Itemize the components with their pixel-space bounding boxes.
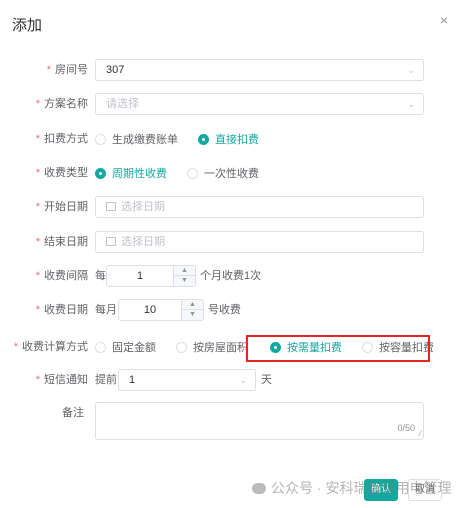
deduct-radio-group: 生成缴费账单 直接扣费	[95, 128, 279, 150]
radio-circle	[95, 133, 106, 145]
radio-circle	[95, 341, 106, 353]
sms-days-select[interactable]: 1 ⌄	[118, 369, 256, 391]
highlight-box	[246, 335, 430, 362]
radio-circle-checked	[95, 167, 106, 179]
start-date-row: * 开始日期 选择日期	[0, 196, 474, 218]
sms-value: 1	[129, 374, 136, 386]
room-select[interactable]: 307 ⌄	[95, 59, 424, 81]
decrement-icon[interactable]: ▼	[174, 276, 195, 286]
end-date-picker[interactable]: 选择日期	[95, 231, 424, 253]
end-date-placeholder: 选择日期	[121, 236, 165, 248]
charge-day-suffix: 号收费	[208, 304, 241, 316]
interval-suffix: 个月收费1次	[200, 270, 262, 282]
plan-placeholder: 请选择	[106, 98, 139, 110]
interval-label: * 收费间隔	[35, 270, 88, 282]
close-icon[interactable]: ×	[440, 12, 448, 28]
increment-icon[interactable]: ▲	[182, 300, 203, 310]
charge-type-option-periodic[interactable]: 周期性收费	[95, 165, 167, 181]
remark-counter: 0/50	[397, 423, 415, 433]
remark-textarea[interactable]: 0/50 ∕	[95, 402, 424, 440]
cancel-button[interactable]: 取消	[408, 479, 442, 501]
sms-label: * 短信通知	[35, 374, 88, 386]
radio-circle	[176, 341, 187, 353]
start-date-label: * 开始日期	[35, 201, 88, 213]
deduct-label: * 扣费方式	[35, 133, 88, 145]
start-date-placeholder: 选择日期	[121, 201, 165, 213]
stepper-buttons: ▲ ▼	[181, 300, 203, 320]
end-date-row: * 结束日期 选择日期	[0, 231, 474, 253]
calendar-icon	[106, 237, 116, 246]
charge-day-value: 10	[143, 304, 157, 316]
plan-label: * 方案名称	[35, 98, 88, 110]
charge-type-option-once[interactable]: 一次性收费	[187, 165, 259, 181]
deduct-row: * 扣费方式 生成缴费账单 直接扣费	[0, 128, 474, 150]
sms-prefix: 提前	[95, 374, 117, 386]
calendar-icon	[106, 202, 116, 211]
room-label: * 房间号	[46, 64, 88, 76]
decrement-icon[interactable]: ▼	[182, 310, 203, 320]
chevron-down-icon: ⌄	[407, 99, 415, 109]
sms-suffix: 天	[261, 374, 272, 386]
interval-stepper[interactable]: 1 ▲ ▼	[106, 265, 196, 287]
dialog-title: 添加	[12, 17, 43, 34]
deduct-option-bill[interactable]: 生成缴费账单	[95, 131, 178, 147]
sms-row: * 短信通知 提前 1 ⌄ 天	[0, 369, 474, 391]
interval-value: 1	[136, 270, 144, 282]
end-date-label: * 结束日期	[35, 236, 88, 248]
increment-icon[interactable]: ▲	[174, 266, 195, 276]
charge-day-label: * 收费日期	[35, 304, 88, 316]
charge-type-radio-group: 周期性收费 一次性收费	[95, 162, 279, 184]
charge-day-row: * 收费日期 每月 10 ▲ ▼ 号收费	[0, 299, 474, 321]
interval-row: * 收费间隔 每 1 ▲ ▼ 个月收费1次	[0, 265, 474, 287]
chevron-down-icon: ⌄	[239, 375, 247, 385]
deduct-option-direct[interactable]: 直接扣费	[198, 131, 259, 147]
chevron-down-icon: ⌄	[407, 65, 415, 75]
room-value: 307	[106, 64, 125, 76]
calc-option-fixed[interactable]: 固定金额	[95, 339, 156, 355]
charge-day-prefix: 每月	[95, 304, 117, 316]
resize-handle-icon[interactable]: ∕	[420, 429, 421, 438]
wechat-icon	[252, 482, 266, 494]
room-row: * 房间号 307 ⌄	[0, 59, 474, 81]
remark-label: 备注	[62, 407, 84, 419]
start-date-picker[interactable]: 选择日期	[95, 196, 424, 218]
plan-row: * 方案名称 请选择 ⌄	[0, 93, 474, 115]
charge-type-row: * 收费类型 周期性收费 一次性收费	[0, 162, 474, 184]
stepper-buttons: ▲ ▼	[173, 266, 195, 286]
calc-option-area[interactable]: 按房屋面积	[176, 339, 248, 355]
calc-method-label: * 收费计算方式	[13, 341, 88, 353]
charge-type-label: * 收费类型	[35, 167, 88, 179]
radio-circle	[187, 167, 198, 179]
radio-circle-checked	[198, 133, 209, 145]
plan-select[interactable]: 请选择 ⌄	[95, 93, 424, 115]
charge-day-stepper[interactable]: 10 ▲ ▼	[118, 299, 204, 321]
interval-prefix: 每	[95, 270, 106, 282]
confirm-button[interactable]: 确认	[364, 479, 398, 501]
